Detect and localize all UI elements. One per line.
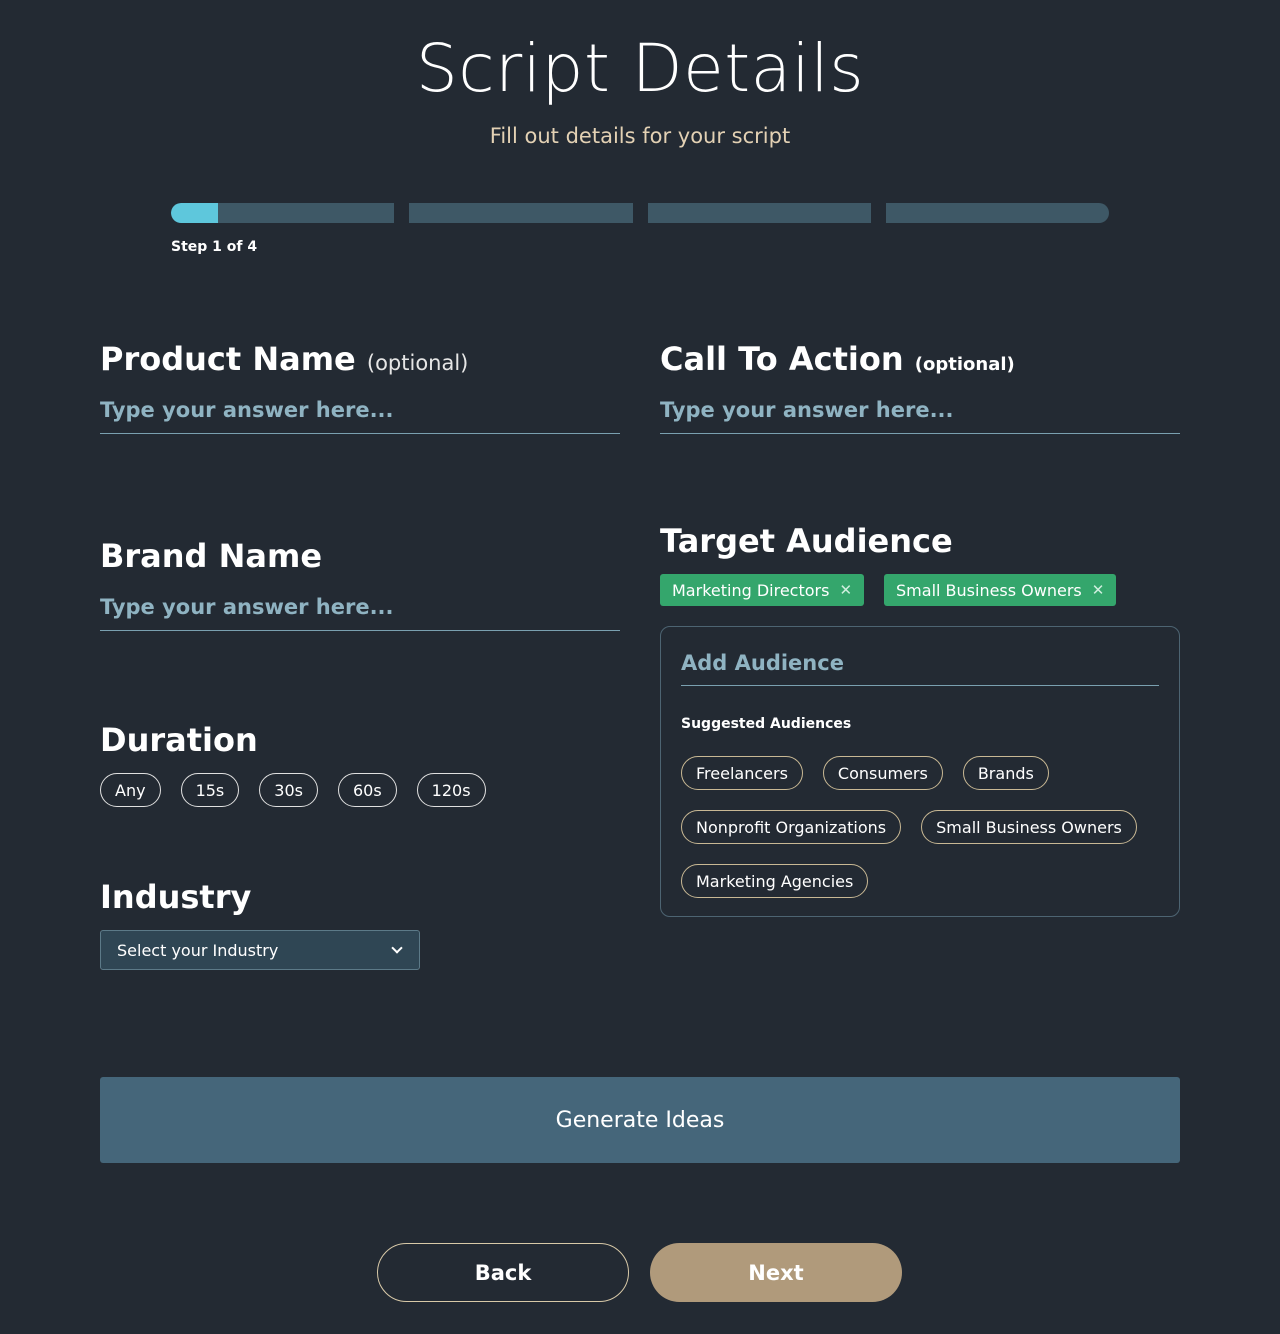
duration-label: Duration	[100, 721, 258, 759]
call-to-action-input[interactable]	[660, 392, 1180, 434]
close-icon[interactable]: ✕	[1092, 581, 1105, 599]
step-label: Step 1 of 4	[171, 239, 258, 255]
brand-name-field: Brand Name	[100, 537, 620, 631]
suggested-audience-chip[interactable]: Nonprofit Organizations	[681, 810, 902, 844]
call-to-action-label: Call To Action (optional)	[660, 340, 1180, 378]
product-name-label: Product Name (optional)	[100, 340, 620, 378]
chevron-down-icon	[391, 941, 403, 954]
target-audience-field: Target Audience Marketing Directors ✕ Sm…	[660, 522, 1180, 917]
duration-field: Duration Any 15s 30s 60s 120s	[100, 721, 486, 807]
industry-field: Industry Select your Industry	[100, 878, 420, 970]
duration-option-15s[interactable]: 15s	[180, 773, 240, 807]
call-to-action-label-text: Call To Action	[660, 340, 904, 378]
next-button[interactable]: Next	[650, 1243, 902, 1302]
suggested-audience-chip[interactable]: Freelancers	[681, 756, 803, 790]
suggested-audiences-label: Suggested Audiences	[681, 716, 852, 732]
suggested-audience-chip[interactable]: Marketing Agencies	[681, 864, 869, 898]
close-icon[interactable]: ✕	[839, 581, 852, 599]
progress-segment-4	[885, 203, 1109, 223]
progress-segment-2	[409, 203, 633, 223]
industry-select-value: Select your Industry	[117, 940, 279, 960]
product-name-input[interactable]	[100, 392, 620, 434]
generate-ideas-button[interactable]: Generate Ideas	[100, 1077, 1180, 1163]
call-to-action-field: Call To Action (optional)	[660, 340, 1180, 434]
audience-tag-label: Small Business Owners	[896, 580, 1082, 600]
duration-option-30s[interactable]: 30s	[259, 773, 318, 807]
audience-tag: Marketing Directors ✕	[660, 574, 865, 606]
progress-segment-3	[647, 203, 871, 223]
add-audience-panel: Suggested Audiences Freelancers Consumer…	[660, 626, 1180, 917]
duration-option-120s[interactable]: 120s	[416, 773, 486, 807]
duration-option-any[interactable]: Any	[100, 773, 161, 807]
audience-tag-label: Marketing Directors	[672, 580, 830, 600]
product-name-field: Product Name (optional)	[100, 340, 620, 434]
suggested-audiences-list: Freelancers Consumers Brands Nonprofit O…	[681, 756, 1159, 898]
brand-name-input[interactable]	[100, 589, 620, 631]
suggested-audience-chip[interactable]: Small Business Owners	[921, 810, 1137, 844]
suggested-audience-chip[interactable]: Brands	[962, 756, 1049, 790]
add-audience-input[interactable]	[681, 649, 1159, 686]
industry-label: Industry	[100, 878, 252, 916]
target-audience-label: Target Audience	[660, 522, 953, 560]
duration-option-60s[interactable]: 60s	[337, 773, 397, 807]
back-button[interactable]: Back	[377, 1243, 629, 1302]
progress-fill	[171, 203, 218, 223]
page-title: Script Details	[415, 30, 865, 107]
duration-options: Any 15s 30s 60s 120s	[100, 773, 486, 807]
product-name-label-text: Product Name	[100, 340, 356, 378]
page-subtitle: Fill out details for your script	[489, 124, 791, 148]
audience-tag: Small Business Owners ✕	[884, 574, 1117, 606]
industry-select[interactable]: Select your Industry	[100, 930, 420, 970]
suggested-audience-chip[interactable]: Consumers	[822, 756, 943, 790]
step-progress-bar	[171, 203, 1109, 223]
brand-name-label: Brand Name	[100, 537, 323, 575]
progress-segment-1	[171, 203, 395, 223]
script-details-page: Script Details Fill out details for your…	[0, 0, 1280, 1334]
optional-label: (optional)	[914, 354, 1015, 375]
optional-label: (optional)	[366, 351, 469, 375]
selected-audience-tags: Marketing Directors ✕ Small Business Own…	[660, 574, 1180, 606]
